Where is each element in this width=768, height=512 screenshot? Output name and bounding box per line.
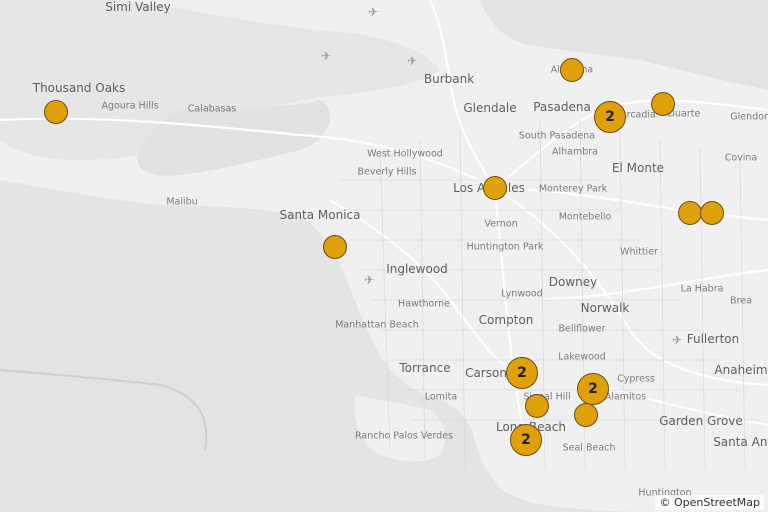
location-marker-santa-monica[interactable]: [323, 235, 347, 259]
location-marker-east-1[interactable]: [678, 201, 702, 225]
map-basemap: ✈ ✈ ✈ ✈ ✈: [0, 0, 768, 512]
location-marker-los-angeles[interactable]: [483, 176, 507, 200]
cluster-marker-arcadia[interactable]: 2: [594, 101, 626, 133]
cluster-marker-los-alamitos[interactable]: 2: [577, 373, 609, 405]
location-marker-east-2[interactable]: [700, 201, 724, 225]
svg-text:✈: ✈: [672, 333, 682, 347]
location-marker-altadena[interactable]: [560, 58, 584, 82]
cluster-marker-carson[interactable]: 2: [506, 357, 538, 389]
location-marker-duarte[interactable]: [651, 92, 675, 116]
svg-text:✈: ✈: [407, 54, 417, 68]
location-marker-thousand-oaks[interactable]: [44, 100, 68, 124]
location-marker-seal-beach[interactable]: [574, 403, 598, 427]
svg-text:✈: ✈: [321, 49, 331, 63]
map-attribution: © OpenStreetMap: [655, 495, 764, 510]
location-marker-signal-hill[interactable]: [525, 394, 549, 418]
svg-text:✈: ✈: [364, 273, 374, 287]
openstreetmap-link[interactable]: OpenStreetMap: [674, 496, 760, 509]
svg-text:✈: ✈: [368, 5, 378, 19]
cluster-marker-long-beach[interactable]: 2: [510, 424, 542, 456]
map-view[interactable]: ✈ ✈ ✈ ✈ ✈ Simi Valley Thousand Oaks Agoura…: [0, 0, 768, 512]
copyright-symbol: ©: [659, 496, 671, 509]
